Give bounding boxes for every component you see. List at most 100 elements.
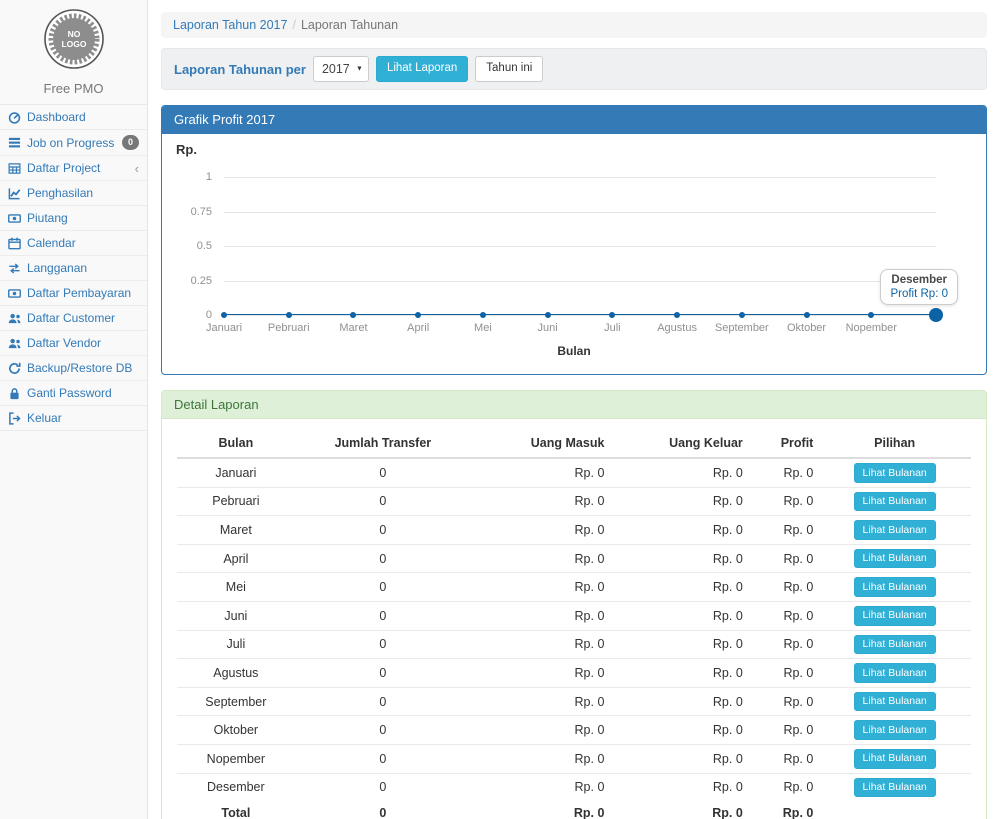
tooltip-value: Profit Rp: 0 (890, 288, 948, 300)
count-badge: 0 (122, 135, 139, 150)
data-point-pebruari[interactable] (286, 312, 292, 318)
lihat-bulanan-button-nopember[interactable]: Lihat Bulanan (854, 749, 936, 769)
cell-uang-masuk: Rp. 0 (471, 630, 609, 659)
tasks-icon (8, 136, 21, 149)
sidebar-item-daftar-pembayaran[interactable]: Daftar Pembayaran (0, 281, 147, 306)
cell-bulan: Juni (177, 601, 295, 630)
sidebar-item-label: Keluar (27, 411, 62, 425)
data-point-januari[interactable] (221, 312, 227, 318)
sidebar-item-keluar[interactable]: Keluar (0, 406, 147, 431)
data-point-juli[interactable] (609, 312, 615, 318)
calendar-icon (8, 237, 21, 250)
sidebar-item-job-on-progress[interactable]: Job on Progress 0 (0, 130, 147, 156)
data-point-april[interactable] (415, 312, 421, 318)
data-point-oktober[interactable] (804, 312, 810, 318)
breadcrumb: Laporan Tahun 2017 / Laporan Tahunan (161, 12, 987, 38)
lihat-bulanan-button-agustus[interactable]: Lihat Bulanan (854, 663, 936, 683)
lihat-bulanan-button-april[interactable]: Lihat Bulanan (854, 549, 936, 569)
table-row: Pebruari 0 Rp. 0 Rp. 0 Rp. 0 Lihat Bulan… (177, 487, 971, 516)
plot-wrap: 10.750.50.250 Desember Profit Rp: 0 Janu… (174, 177, 974, 337)
data-point-desember[interactable] (929, 308, 943, 322)
cell-uang-keluar: Rp. 0 (609, 716, 747, 745)
lihat-bulanan-button-pebruari[interactable]: Lihat Bulanan (854, 492, 936, 512)
lihat-bulanan-button-maret[interactable]: Lihat Bulanan (854, 520, 936, 540)
sidebar-item-penghasilan[interactable]: Penghasilan (0, 181, 147, 206)
cell-bulan: Mei (177, 573, 295, 602)
x-tick-maret: Maret (339, 322, 367, 334)
breadcrumb-link-laporan-tahun[interactable]: Laporan Tahun 2017 (173, 18, 287, 32)
sidebar-item-label: Calendar (27, 236, 76, 250)
data-point-maret[interactable] (350, 312, 356, 318)
tahun-ini-button[interactable]: Tahun ini (475, 56, 543, 82)
lihat-bulanan-button-desember[interactable]: Lihat Bulanan (854, 778, 936, 798)
money-icon (8, 212, 21, 225)
gridline (224, 177, 936, 178)
table-row: Agustus 0 Rp. 0 Rp. 0 Rp. 0 Lihat Bulana… (177, 659, 971, 688)
sidebar-item-label: Langganan (27, 261, 87, 275)
x-tick-september: September (715, 322, 769, 334)
cell-uang-keluar: Rp. 0 (609, 516, 747, 545)
header-jumlah-transfer: Jumlah Transfer (295, 429, 471, 458)
sidebar-item-ganti-password[interactable]: Ganti Password (0, 381, 147, 406)
lihat-bulanan-button-juni[interactable]: Lihat Bulanan (854, 606, 936, 626)
sidebar-item-langganan[interactable]: Langganan (0, 256, 147, 281)
x-tick-agustus: Agustus (657, 322, 697, 334)
breadcrumb-separator: / (292, 18, 295, 32)
total-profit: Rp. 0 (748, 801, 819, 819)
x-tick-april: April (407, 322, 429, 334)
header-uang-keluar: Uang Keluar (609, 429, 747, 458)
sidebar-item-daftar-customer[interactable]: Daftar Customer (0, 306, 147, 331)
total-row: Total 0 Rp. 0 Rp. 0 Rp. 0 (177, 801, 971, 819)
cell-jumlah-transfer: 0 (295, 744, 471, 773)
chart-panel-title: Grafik Profit 2017 (162, 106, 986, 134)
sidebar-item-piutang[interactable]: Piutang (0, 206, 147, 231)
sidebar-item-calendar[interactable]: Calendar (0, 231, 147, 256)
lihat-bulanan-button-september[interactable]: Lihat Bulanan (854, 692, 936, 712)
x-tick-mei: Mei (474, 322, 492, 334)
sidebar-item-daftar-vendor[interactable]: Daftar Vendor (0, 331, 147, 356)
tooltip-title: Desember (890, 274, 948, 286)
cell-profit: Rp. 0 (748, 659, 819, 688)
cell-uang-keluar: Rp. 0 (609, 744, 747, 773)
sidebar-item-daftar-project[interactable]: Daftar Project ‹ (0, 156, 147, 181)
sidebar-item-backup-restore-db[interactable]: Backup/Restore DB (0, 356, 147, 381)
year-select[interactable]: 2017 (313, 56, 369, 82)
year-filter-panel: Laporan Tahunan per 2017 ▼ Lihat Laporan… (161, 48, 987, 90)
sidebar-item-label: Ganti Password (27, 386, 112, 400)
lihat-bulanan-button-mei[interactable]: Lihat Bulanan (854, 577, 936, 597)
detail-laporan-panel: Detail Laporan Bulan Jumlah Transfer Uan… (161, 390, 987, 819)
sidebar-item-label: Job on Progress (27, 136, 114, 150)
sidebar-item-label: Daftar Pembayaran (27, 286, 131, 300)
table-row: Desember 0 Rp. 0 Rp. 0 Rp. 0 Lihat Bulan… (177, 773, 971, 801)
lihat-bulanan-button-juli[interactable]: Lihat Bulanan (854, 635, 936, 655)
no-logo-image: NO LOGO (43, 8, 105, 70)
data-point-september[interactable] (739, 312, 745, 318)
data-point-mei[interactable] (480, 312, 486, 318)
table-row: Mei 0 Rp. 0 Rp. 0 Rp. 0 Lihat Bulanan (177, 573, 971, 602)
table-row: Maret 0 Rp. 0 Rp. 0 Rp. 0 Lihat Bulanan (177, 516, 971, 545)
cell-bulan: April (177, 544, 295, 573)
x-tick-januari: Januari (206, 322, 242, 334)
cell-profit: Rp. 0 (748, 573, 819, 602)
sidebar-item-dashboard[interactable]: Dashboard (0, 105, 147, 130)
lihat-bulanan-button-oktober[interactable]: Lihat Bulanan (854, 720, 936, 740)
data-point-nopember[interactable] (868, 312, 874, 318)
sign-out-icon (8, 412, 21, 425)
main-content: Laporan Tahun 2017 / Laporan Tahunan Lapor… (148, 0, 1000, 819)
app-window: NO LOGO Free PMO Dashboard Job on Progre… (0, 0, 1000, 819)
lihat-bulanan-button-januari[interactable]: Lihat Bulanan (854, 463, 936, 483)
x-tick-nopember: Nopember (846, 322, 897, 334)
table-row: April 0 Rp. 0 Rp. 0 Rp. 0 Lihat Bulanan (177, 544, 971, 573)
data-point-juni[interactable] (545, 312, 551, 318)
table-row: Januari 0 Rp. 0 Rp. 0 Rp. 0 Lihat Bulana… (177, 458, 971, 487)
header-bulan: Bulan (177, 429, 295, 458)
sidebar-item-label: Dashboard (27, 110, 86, 124)
lihat-laporan-button[interactable]: Lihat Laporan (376, 56, 468, 82)
data-point-agustus[interactable] (674, 312, 680, 318)
x-tick-pebruari: Pebruari (268, 322, 310, 334)
cell-bulan: Agustus (177, 659, 295, 688)
logo-text-line1: NO (67, 29, 80, 39)
breadcrumb-current: Laporan Tahunan (301, 18, 398, 32)
cell-jumlah-transfer: 0 (295, 516, 471, 545)
retweet-icon (8, 262, 21, 275)
